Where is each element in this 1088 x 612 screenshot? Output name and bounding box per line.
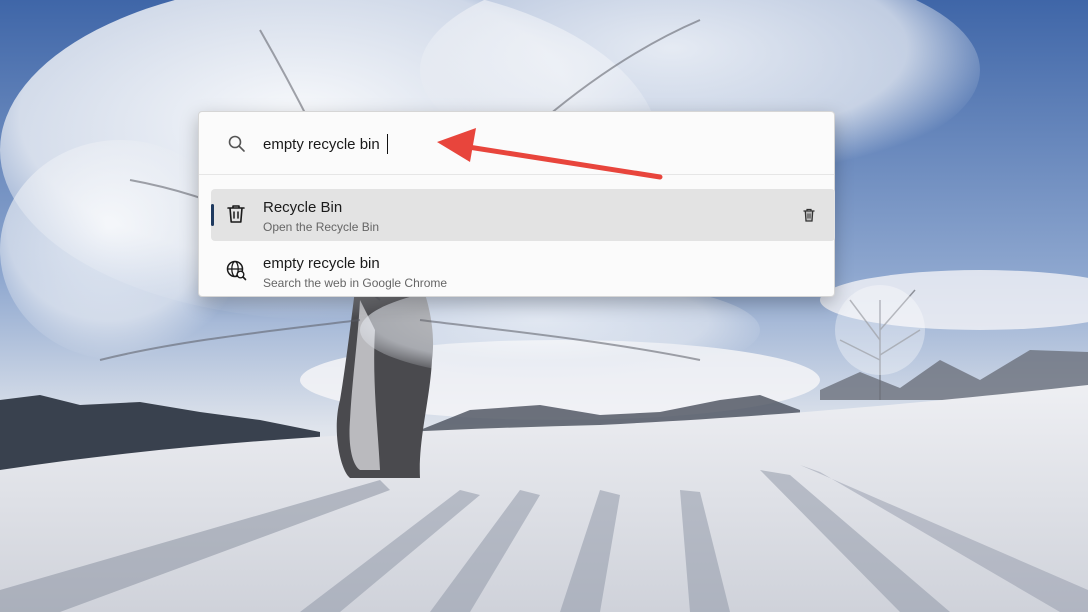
recycle-bin-icon	[227, 205, 245, 223]
selection-indicator	[211, 204, 214, 226]
result-subtitle: Search the web in Google Chrome	[263, 276, 448, 290]
search-icon	[228, 135, 245, 152]
result-title: empty recycle bin	[263, 255, 380, 272]
search-input[interactable]	[263, 132, 803, 156]
search-panel: Recycle Bin Open the Recycle Bin empty r…	[198, 111, 835, 297]
result-recycle-bin[interactable]: Recycle Bin Open the Recycle Bin	[211, 189, 835, 241]
search-box[interactable]	[199, 112, 834, 175]
desktop-wallpaper	[0, 0, 1088, 612]
web-search-icon	[226, 260, 247, 281]
result-web-search[interactable]: empty recycle bin Search the web in Goog…	[211, 245, 835, 297]
desktop: Recycle Bin Open the Recycle Bin empty r…	[0, 0, 1088, 612]
delete-icon[interactable]	[801, 207, 817, 223]
result-title: Recycle Bin	[263, 199, 343, 216]
result-subtitle: Open the Recycle Bin	[263, 220, 380, 234]
text-cursor	[387, 134, 388, 154]
